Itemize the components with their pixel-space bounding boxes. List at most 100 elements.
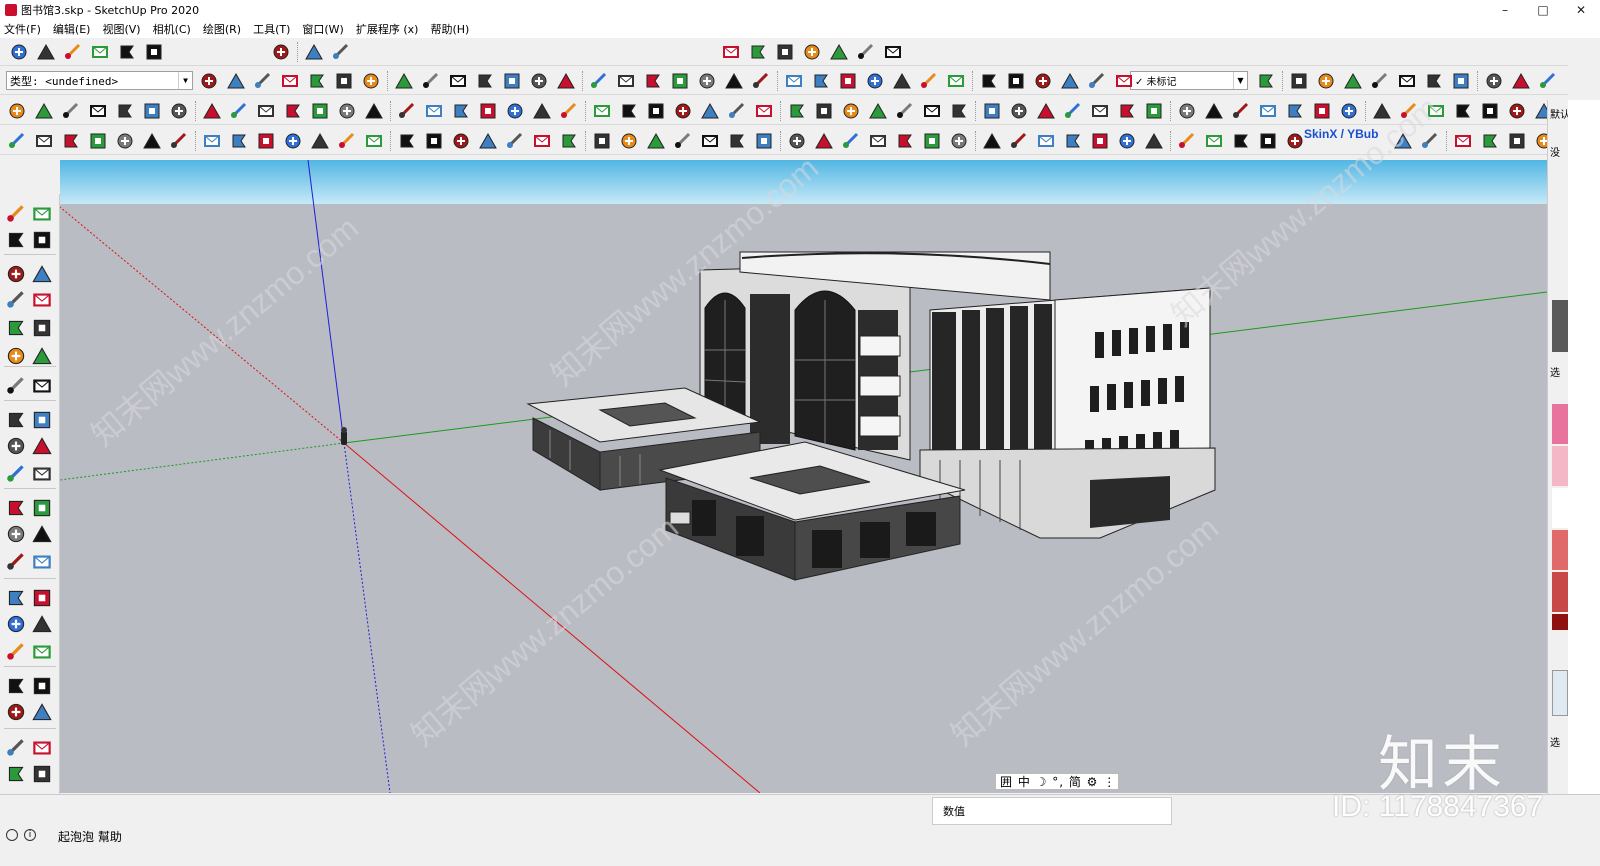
toolbar-tool-icon[interactable] (201, 100, 223, 122)
toolbar-tool-icon[interactable] (1008, 130, 1030, 152)
toolbar-tool-icon[interactable] (501, 70, 523, 92)
menu-window[interactable]: 窗口(W) (302, 21, 343, 37)
toolbar-grip[interactable] (1282, 71, 1285, 91)
toolbar-grip[interactable] (780, 101, 783, 121)
toolbar-tool-icon[interactable] (255, 130, 277, 152)
toolbar-tool-icon[interactable] (114, 130, 136, 152)
color-swatch-red[interactable] (1552, 572, 1568, 612)
toolbar-tool-icon[interactable] (1059, 70, 1081, 92)
toolbar-tool-icon[interactable] (786, 100, 808, 122)
toolbar-tool-icon[interactable] (1479, 100, 1501, 122)
toolbar-tool-icon[interactable] (168, 130, 190, 152)
toolbar-tool-icon[interactable] (309, 100, 331, 122)
tool-palette-icon[interactable] (30, 522, 54, 546)
tool-palette-icon[interactable] (4, 550, 28, 574)
toolbar-tool-icon[interactable] (1032, 70, 1054, 92)
toolbar-tool-icon[interactable] (333, 70, 355, 92)
tool-palette-icon[interactable] (4, 674, 28, 698)
tool-palette-icon[interactable] (30, 434, 54, 458)
toolbar-tool-icon[interactable] (753, 130, 775, 152)
toolbar-tool-icon[interactable] (363, 130, 385, 152)
toolbar-tool-icon[interactable] (558, 130, 580, 152)
toolbar-tool-icon[interactable] (828, 41, 850, 63)
tool-palette-icon[interactable] (4, 316, 28, 340)
toolbar-tool-icon[interactable] (618, 100, 640, 122)
toolbar-tool-icon[interactable] (141, 130, 163, 152)
toolbar-tool-icon[interactable] (894, 130, 916, 152)
toolbar-tool-icon[interactable] (555, 70, 577, 92)
toolbar-tool-icon[interactable] (1371, 100, 1393, 122)
toolbar-tool-icon[interactable] (1311, 100, 1333, 122)
toolbar-tool-icon[interactable] (6, 130, 28, 152)
toolbar-tool-icon[interactable] (1089, 100, 1111, 122)
toolbar-tool-icon[interactable] (726, 100, 748, 122)
layer-select[interactable]: ✓ 未标记 ▼ (1130, 71, 1248, 90)
geolocation-icon[interactable] (6, 829, 18, 841)
tool-palette-icon[interactable] (30, 612, 54, 636)
toolbar-tool-icon[interactable] (1510, 70, 1532, 92)
toolbar-tool-icon[interactable] (699, 130, 721, 152)
tool-palette-icon[interactable] (30, 374, 54, 398)
toolbar-tool-icon[interactable] (168, 100, 190, 122)
toolbar-tool-icon[interactable] (810, 70, 832, 92)
toolbar-tool-icon[interactable] (1035, 130, 1057, 152)
model-viewport[interactable] (60, 160, 1547, 793)
toolbar-grip[interactable] (585, 131, 588, 151)
material-sample[interactable] (1552, 670, 1568, 716)
toolbar-tool-icon[interactable] (396, 100, 418, 122)
toolbar-tool-icon[interactable] (1537, 70, 1559, 92)
toolbar-grip[interactable] (585, 101, 588, 121)
color-swatch-dark-red[interactable] (1552, 614, 1568, 630)
toolbar-tool-icon[interactable] (801, 41, 823, 63)
toolbar-tool-icon[interactable] (393, 70, 415, 92)
tool-palette-icon[interactable] (4, 612, 28, 636)
toolbar-tool-icon[interactable] (1062, 100, 1084, 122)
toolbar-tool-icon[interactable] (1369, 70, 1391, 92)
tool-palette-icon[interactable] (30, 550, 54, 574)
toolbar-tool-icon[interactable] (645, 100, 667, 122)
toolbar-tool-icon[interactable] (309, 130, 331, 152)
tool-palette-icon[interactable] (30, 496, 54, 520)
toolbar-tool-icon[interactable] (306, 70, 328, 92)
toolbar-tool-icon[interactable] (981, 100, 1003, 122)
toolbar-tool-icon[interactable] (1255, 70, 1277, 92)
toolbar-tool-icon[interactable] (60, 130, 82, 152)
color-swatch-salmon[interactable] (1552, 530, 1568, 570)
tool-palette-icon[interactable] (4, 228, 28, 252)
toolbar-tool-icon[interactable] (1176, 130, 1198, 152)
toolbar-tool-icon[interactable] (723, 70, 745, 92)
menu-draw[interactable]: 绘图(R) (203, 21, 241, 37)
tool-palette-icon[interactable] (30, 462, 54, 486)
toolbar-tool-icon[interactable] (1392, 130, 1414, 152)
toolbar-tool-icon[interactable] (504, 130, 526, 152)
toolbar-tool-icon[interactable] (1086, 70, 1108, 92)
toolbar-tool-icon[interactable] (813, 130, 835, 152)
toolbar-tool-icon[interactable] (1506, 100, 1528, 122)
tool-palette-icon[interactable] (30, 228, 54, 252)
toolbar-tool-icon[interactable] (336, 100, 358, 122)
toolbar-tool-icon[interactable] (882, 41, 904, 63)
material-preview[interactable] (1552, 300, 1568, 352)
toolbar-tool-icon[interactable] (1452, 130, 1474, 152)
toolbar-tool-icon[interactable] (1425, 100, 1447, 122)
toolbar-tool-icon[interactable] (279, 70, 301, 92)
toolbar-tool-icon[interactable] (423, 130, 445, 152)
toolbar-tool-icon[interactable] (813, 100, 835, 122)
toolbar-tool-icon[interactable] (978, 70, 1000, 92)
color-swatch-pink[interactable] (1552, 404, 1568, 444)
toolbar-tool-icon[interactable] (255, 100, 277, 122)
menu-tools[interactable]: 工具(T) (253, 21, 290, 37)
toolbar-tool-icon[interactable] (270, 41, 292, 63)
toolbar-tool-icon[interactable] (1483, 70, 1505, 92)
toolbar-tool-icon[interactable] (252, 70, 274, 92)
toolbar-grip[interactable] (780, 131, 783, 151)
toolbar-tool-icon[interactable] (228, 100, 250, 122)
toolbar-grip[interactable] (1170, 131, 1173, 151)
toolbar-tool-icon[interactable] (504, 100, 526, 122)
toolbar-grip[interactable] (777, 71, 780, 91)
toolbar-tool-icon[interactable] (1257, 130, 1279, 152)
tool-palette-icon[interactable] (4, 344, 28, 368)
tool-palette-icon[interactable] (30, 262, 54, 286)
tool-palette-icon[interactable] (30, 586, 54, 610)
toolbar-tool-icon[interactable] (447, 70, 469, 92)
